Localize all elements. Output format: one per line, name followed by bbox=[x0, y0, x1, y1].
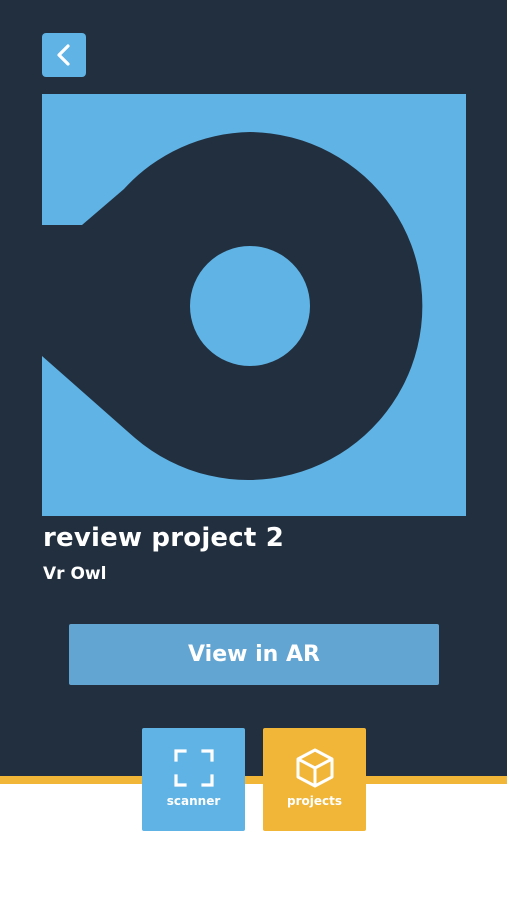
tab-projects[interactable]: projects bbox=[263, 728, 366, 831]
cube-icon bbox=[296, 748, 334, 788]
view-in-ar-button[interactable]: View in AR bbox=[69, 624, 439, 685]
back-button[interactable] bbox=[42, 33, 86, 77]
view-in-ar-label: View in AR bbox=[188, 642, 320, 667]
tab-scanner-label: scanner bbox=[166, 794, 221, 808]
project-subtitle: Vr Owl bbox=[43, 564, 107, 584]
project-preview-image bbox=[42, 94, 466, 516]
project-logo-image bbox=[42, 94, 466, 516]
tabbar-divider bbox=[0, 776, 507, 784]
tab-scanner[interactable]: scanner bbox=[142, 728, 245, 831]
chevron-left-icon bbox=[57, 44, 70, 66]
tab-projects-label: projects bbox=[287, 794, 342, 808]
scan-frame-icon bbox=[174, 749, 214, 787]
project-title: review project 2 bbox=[43, 523, 285, 553]
